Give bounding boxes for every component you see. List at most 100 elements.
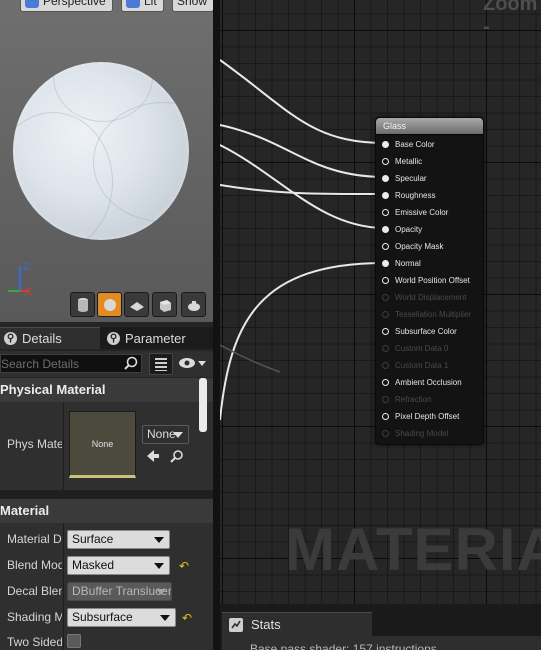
perspective-button[interactable]: Perspective	[20, 0, 113, 12]
details-search-row	[0, 351, 213, 377]
pin-label: Metallic	[395, 156, 423, 166]
show-button[interactable]: Show	[172, 0, 213, 12]
node-pin[interactable]: Specular	[382, 172, 427, 184]
sphere-icon	[103, 298, 116, 311]
search-icon[interactable]	[124, 356, 138, 370]
material-domain-combo[interactable]: Surface	[67, 530, 170, 549]
material-graph-canvas[interactable]: Zoom - MATERIAL Glass Base ColorMetallic…	[220, 0, 541, 650]
perspective-label: Perspective	[43, 0, 106, 8]
node-pin: Refraction	[382, 393, 431, 405]
decal-blend-combo: DBuffer Translucent	[67, 582, 172, 601]
lit-icon	[126, 0, 140, 8]
details-scrollbar[interactable]	[199, 378, 207, 432]
panel-splitter[interactable]	[213, 0, 220, 650]
node-title: Glass	[376, 118, 483, 135]
pin-dot-icon	[382, 395, 389, 403]
search-tab-icon: ⚲	[4, 332, 17, 345]
node-pin[interactable]: Subsurface Color	[382, 325, 457, 337]
phys-mat-asset-combo[interactable]: None	[142, 425, 189, 444]
node-pin[interactable]: Base Color	[382, 138, 435, 150]
tab-parameter-label: Parameter	[125, 330, 186, 346]
tab-details[interactable]: ⚲ Details	[0, 327, 100, 349]
node-pin[interactable]: Ambient Occlusion	[382, 376, 462, 388]
pin-label: Subsurface Color	[395, 326, 457, 336]
pin-dot-icon[interactable]	[382, 225, 389, 233]
blend-mode-reset-icon[interactable]: ↶	[179, 560, 191, 572]
preview-cube-button[interactable]	[152, 292, 177, 317]
pin-dot-icon[interactable]	[382, 174, 389, 182]
node-pin[interactable]: Normal	[382, 257, 421, 269]
pin-dot-icon	[382, 361, 389, 369]
node-pin[interactable]: Metallic	[382, 155, 422, 167]
property-matrix-button[interactable]	[149, 353, 173, 375]
pin-dot-icon[interactable]	[382, 327, 389, 335]
preview-plane-button[interactable]	[124, 292, 149, 317]
physical-material-header[interactable]: Physical Material	[0, 378, 213, 402]
preview-custom-mesh-button[interactable]	[181, 292, 206, 317]
pin-dot-icon[interactable]	[382, 259, 389, 267]
tab-details-label: Details	[22, 331, 62, 346]
lit-button[interactable]: Lit	[121, 0, 164, 12]
two-sided-checkbox[interactable]	[67, 634, 81, 648]
material-preview-viewport[interactable]: Perspective Lit Show Z X	[0, 0, 213, 322]
material-domain-value: Surface	[72, 532, 114, 546]
pin-dot-icon[interactable]	[382, 412, 389, 420]
axis-x-label: X	[25, 286, 33, 298]
search-tab-icon: ⚲	[107, 331, 120, 345]
node-pin[interactable]: World Position Offset	[382, 274, 470, 286]
node-pin[interactable]: Emissive Color	[382, 206, 448, 218]
preview-sphere	[13, 62, 189, 240]
tab-parameter[interactable]: ⚲ Parameter	[103, 327, 213, 349]
wire-normal	[220, 262, 386, 421]
pin-dot-icon[interactable]	[382, 157, 389, 165]
blend-mode-label: Blend Mode	[7, 558, 62, 572]
browse-search-icon[interactable]	[170, 449, 184, 463]
pin-label: Opacity	[395, 224, 423, 234]
pin-dot-icon[interactable]	[382, 276, 389, 284]
material-header[interactable]: Material	[0, 499, 213, 523]
pin-dot-icon[interactable]	[382, 378, 389, 386]
pin-dot-icon[interactable]	[382, 191, 389, 199]
phys-mat-thumbnail[interactable]: None	[69, 411, 136, 478]
pin-dot-icon[interactable]	[382, 208, 389, 216]
pin-dot-icon	[382, 429, 389, 437]
pin-label: Base Color	[395, 139, 435, 149]
pin-label: Custom Data 1	[395, 360, 449, 370]
pin-label: Pixel Depth Offset	[395, 411, 460, 421]
node-pin[interactable]: Opacity	[382, 223, 422, 235]
pin-label: Specular	[395, 173, 427, 183]
tab-stats[interactable]: Stats	[222, 612, 372, 636]
use-selected-arrow-icon[interactable]	[146, 449, 160, 463]
stats-line: Base pass shader: 157 instructions	[250, 642, 437, 650]
phys-mat-combo-value: None	[147, 427, 176, 441]
material-result-node[interactable]: Glass Base Color Metallic Specular Roughnes…	[375, 117, 484, 445]
blend-mode-combo[interactable]: Masked	[67, 556, 170, 575]
two-sided-label: Two Sided	[7, 635, 62, 649]
preview-cylinder-button[interactable]	[70, 292, 95, 317]
blend-mode-value: Masked	[72, 558, 115, 572]
node-pin: World Displacement	[382, 291, 466, 303]
material-header-label: Material	[0, 503, 50, 518]
lit-label: Lit	[144, 0, 157, 8]
physical-material-header-label: Physical Material	[0, 382, 106, 397]
node-pin[interactable]: Roughness	[382, 189, 435, 201]
view-options-eye-icon[interactable]	[178, 356, 208, 370]
stats-icon	[229, 617, 243, 632]
node-pin[interactable]: Pixel Depth Offset	[382, 410, 459, 422]
preview-sphere-button[interactable]	[97, 292, 122, 317]
cylinder-icon	[77, 297, 88, 312]
pin-dot-icon[interactable]	[382, 242, 389, 250]
pin-label: Roughness	[395, 190, 436, 200]
axis-z-label: Z	[23, 261, 30, 273]
shading-model-reset-icon[interactable]: ↶	[182, 612, 194, 624]
material-domain-label: Material Do	[7, 532, 62, 546]
pin-label: Ambient Occlusion	[395, 377, 462, 387]
search-details-input[interactable]	[0, 354, 142, 373]
pin-label: Custom Data 0	[395, 343, 449, 353]
node-pin[interactable]: Opacity Mask	[382, 240, 443, 252]
pin-dot-icon	[382, 293, 389, 301]
cube-icon	[159, 299, 171, 312]
pin-label: Shading Model	[395, 428, 449, 438]
shading-model-combo[interactable]: Subsurface	[67, 608, 176, 627]
pin-dot-icon[interactable]	[382, 140, 389, 148]
